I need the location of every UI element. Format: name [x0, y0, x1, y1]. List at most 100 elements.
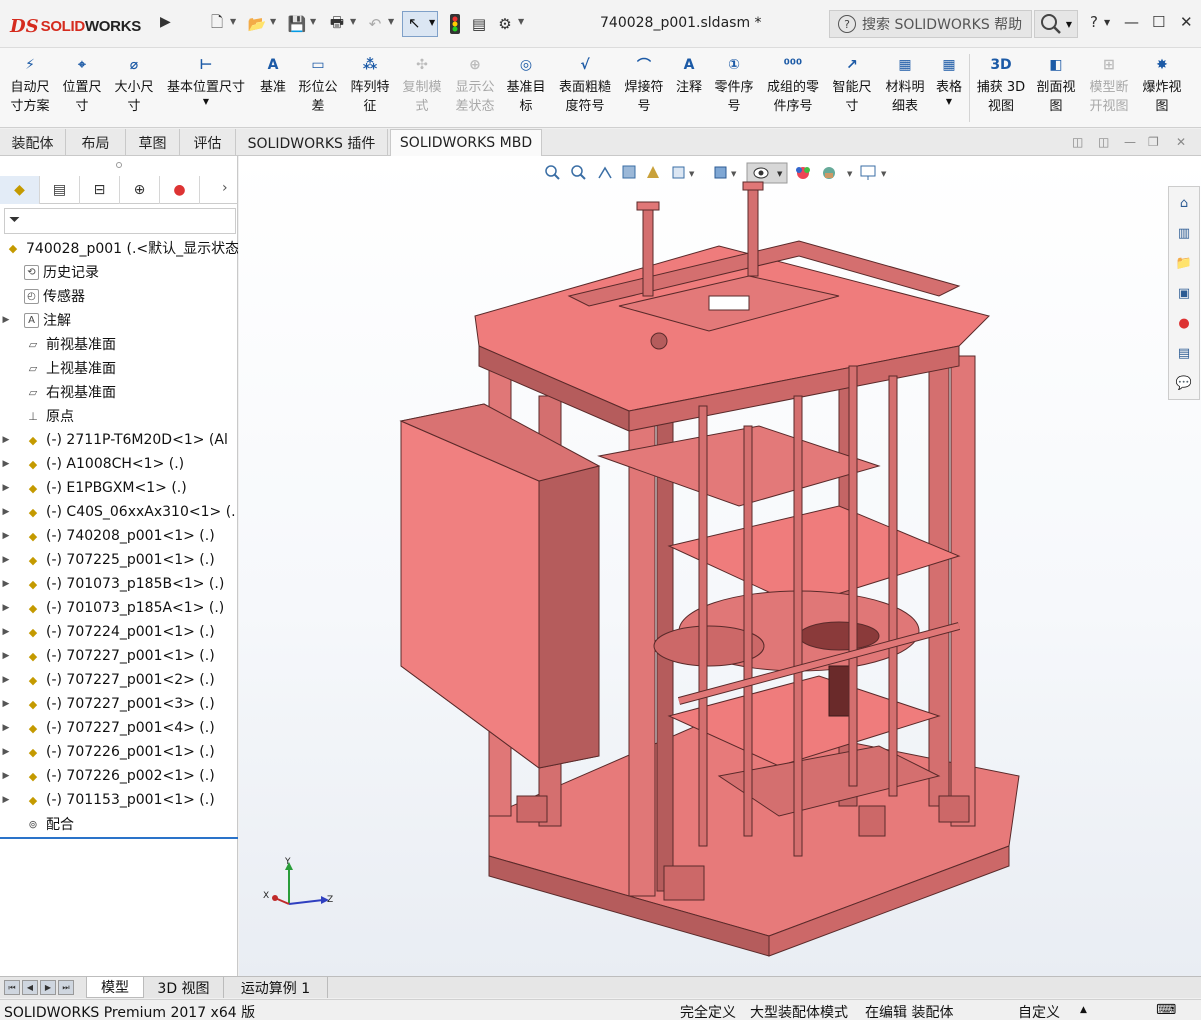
tree-item[interactable]: ▶ ◆ (-) 707226_p002<1> (.): [0, 764, 238, 788]
tree-item[interactable]: ⟲ 历史记录: [0, 260, 238, 284]
expand-arrow-icon[interactable]: ▶: [0, 483, 12, 493]
property-manager-tab-icon[interactable]: ▤: [40, 176, 80, 204]
display-manager-tab-icon[interactable]: ●: [160, 176, 200, 204]
ribbon-table-button[interactable]: ▦ 表格 ▼: [932, 54, 966, 124]
ribbon-geometric-tolerance-button[interactable]: ▭ 形位公 差: [296, 54, 340, 124]
ribbon-exploded-view-button[interactable]: ✸ 爆炸视 图: [1138, 54, 1186, 124]
tree-item[interactable]: ▶ ◆ (-) 707227_p001<1> (.): [0, 644, 238, 668]
ribbon-section-view-button[interactable]: ◧ 剖面视 图: [1032, 54, 1080, 124]
tree-item[interactable]: ▶ ◆ (-) A1008CH<1> (.): [0, 452, 238, 476]
tab-model[interactable]: 模型: [86, 977, 144, 998]
new-document-icon[interactable]: 🗋: [206, 13, 228, 35]
viewport-minimize-icon[interactable]: —: [1124, 135, 1136, 149]
expand-arrow-icon[interactable]: ▶: [0, 795, 12, 805]
tree-root-assembly[interactable]: ◆ 740028_p001 (.<默认_显示状态: [0, 236, 238, 260]
open-folder-icon[interactable]: 📂: [246, 13, 268, 35]
ribbon-smart-dimension-button[interactable]: ↗ 智能尺 寸: [828, 54, 876, 124]
dimxpert-manager-tab-icon[interactable]: ⊕: [120, 176, 160, 204]
viewport-restore-right-icon[interactable]: ◫: [1098, 135, 1109, 149]
file-properties-icon[interactable]: ▤: [468, 13, 490, 35]
tree-item[interactable]: ▶ A 注解: [0, 308, 238, 332]
tab-sketch[interactable]: 草图: [126, 129, 180, 156]
tab-layout[interactable]: 布局: [66, 129, 126, 156]
ribbon-auto-dimension-button[interactable]: ⚡ 自动尺 寸方案: [6, 54, 54, 124]
print-icon[interactable]: 🖶: [326, 13, 348, 35]
design-library-icon[interactable]: ▥: [1172, 221, 1196, 245]
search-button[interactable]: ▼: [1034, 10, 1078, 38]
expand-arrow-icon[interactable]: ▶: [0, 627, 12, 637]
close-button[interactable]: ✕: [1180, 13, 1193, 31]
open-dropdown-icon[interactable]: ▼: [270, 17, 276, 26]
expand-arrow-icon[interactable]: ▶: [0, 315, 12, 325]
expand-arrow-icon[interactable]: ▶: [0, 675, 12, 685]
ribbon-size-dimension-button[interactable]: ⌀ 大小尺 寸: [110, 54, 158, 124]
tree-item[interactable]: ▱ 右视基准面: [0, 380, 238, 404]
save-dropdown-icon[interactable]: ▼: [310, 17, 316, 26]
viewport-close-icon[interactable]: ✕: [1176, 135, 1186, 149]
viewport-maximize-icon[interactable]: ❐: [1148, 135, 1159, 149]
ribbon-surface-finish-button[interactable]: √ 表面粗糙 度符号: [554, 54, 616, 124]
rebuild-traffic-light-icon[interactable]: [444, 13, 466, 35]
help-button[interactable]: ?: [1090, 13, 1098, 31]
tree-item[interactable]: ▶ ◆ (-) 707227_p001<4> (.): [0, 716, 238, 740]
maximize-button[interactable]: ☐: [1152, 13, 1165, 31]
menu-expand-arrow-icon[interactable]: ▶: [160, 14, 171, 30]
ribbon-weld-symbol-button[interactable]: ⌒ 焊接符 号: [620, 54, 668, 124]
first-tab-arrow-icon[interactable]: ⏮: [4, 980, 20, 995]
tree-item[interactable]: ▶ ◆ (-) C40S_06xxAx310<1> (.: [0, 500, 238, 524]
ribbon-basic-location-dimension-button[interactable]: ⊢ 基本位置尺寸 ▼: [162, 54, 250, 124]
new-dropdown-icon[interactable]: ▼: [230, 17, 236, 26]
status-units[interactable]: 自定义: [1018, 1002, 1060, 1020]
ribbon-stacked-balloon-button[interactable]: ⁰⁰⁰ 成组的零 件序号: [762, 54, 824, 124]
ribbon-location-dimension-button[interactable]: ⌖ 位置尺 寸: [58, 54, 106, 124]
next-tab-arrow-icon[interactable]: ▶: [40, 980, 56, 995]
table-dropdown-icon[interactable]: ▼: [946, 97, 952, 106]
undo-dropdown-icon[interactable]: ▼: [388, 17, 394, 26]
ribbon-datum-button[interactable]: A 基准: [254, 54, 292, 124]
save-icon[interactable]: 💾: [286, 13, 308, 35]
ribbon-bom-button[interactable]: ▦ 材料明 细表: [880, 54, 930, 124]
file-explorer-icon[interactable]: 📁: [1172, 251, 1196, 275]
tree-item[interactable]: ◴ 传感器: [0, 284, 238, 308]
feature-manager-tab-icon[interactable]: ◆: [0, 176, 40, 204]
expand-arrow-icon[interactable]: ▶: [0, 435, 12, 445]
expand-arrow-icon[interactable]: ▶: [0, 699, 12, 709]
ribbon-capture-3d-view-button[interactable]: 3D 捕获 3D 视图: [974, 54, 1028, 124]
expand-arrow-icon[interactable]: ▶: [0, 531, 12, 541]
tree-item[interactable]: ▶ ◆ (-) 707225_p001<1> (.): [0, 548, 238, 572]
ribbon-note-button[interactable]: A 注释: [670, 54, 708, 124]
tab-solidworks-addins[interactable]: SOLIDWORKS 插件: [236, 129, 388, 156]
expand-arrow-icon[interactable]: ▶: [0, 507, 12, 517]
expand-arrow-icon[interactable]: ▶: [0, 579, 12, 589]
ribbon-balloon-button[interactable]: ① 零件序 号: [710, 54, 758, 124]
tree-item[interactable]: ▶ ◆ (-) 701073_p185A<1> (.): [0, 596, 238, 620]
prev-tab-arrow-icon[interactable]: ◀: [22, 980, 38, 995]
viewport-restore-left-icon[interactable]: ◫: [1072, 135, 1083, 149]
ribbon-copy-scheme-button[interactable]: ✣ 复制模 式: [398, 54, 446, 124]
appearances-scenes-icon[interactable]: ●: [1172, 311, 1196, 335]
tree-item[interactable]: ▶ ◆ (-) 707226_p001<1> (.): [0, 740, 238, 764]
view-palette-icon[interactable]: ▣: [1172, 281, 1196, 305]
expand-arrow-icon[interactable]: ▶: [0, 723, 12, 733]
tree-item[interactable]: ▶ ◆ (-) 740208_p001<1> (.): [0, 524, 238, 548]
tree-item[interactable]: ⊚ 配合: [0, 812, 238, 836]
ribbon-pattern-feature-button[interactable]: ⁂ 阵列特 征: [344, 54, 396, 124]
tab-motion-study[interactable]: 运动算例 1: [224, 977, 328, 998]
help-dropdown-icon[interactable]: ▼: [1104, 18, 1110, 27]
solidworks-resources-home-icon[interactable]: ⌂: [1172, 191, 1196, 215]
last-tab-arrow-icon[interactable]: ⏭: [58, 980, 74, 995]
assembly-3d-model[interactable]: [239, 156, 1201, 976]
custom-properties-icon[interactable]: ▤: [1172, 341, 1196, 365]
minimize-button[interactable]: —: [1124, 13, 1139, 31]
options-dropdown-icon[interactable]: ▼: [518, 17, 524, 26]
solidworks-logo[interactable]: DS SOLIDWORKS: [10, 12, 154, 40]
tree-item[interactable]: ▶ ◆ (-) E1PBGXM<1> (.): [0, 476, 238, 500]
expand-arrow-icon[interactable]: ▶: [0, 651, 12, 661]
tab-evaluate[interactable]: 评估: [180, 129, 236, 156]
tree-item[interactable]: ▶ ◆ (-) 707227_p001<2> (.): [0, 668, 238, 692]
basic-location-dropdown-icon[interactable]: ▼: [203, 97, 209, 106]
print-dropdown-icon[interactable]: ▼: [350, 17, 356, 26]
select-button[interactable]: ↖ ▼: [402, 11, 438, 37]
graphics-area[interactable]: ▼ ▼ ▼ ▼ ▼ Y Z X: [239, 156, 1201, 976]
tree-item[interactable]: ▶ ◆ (-) 707224_p001<1> (.): [0, 620, 238, 644]
